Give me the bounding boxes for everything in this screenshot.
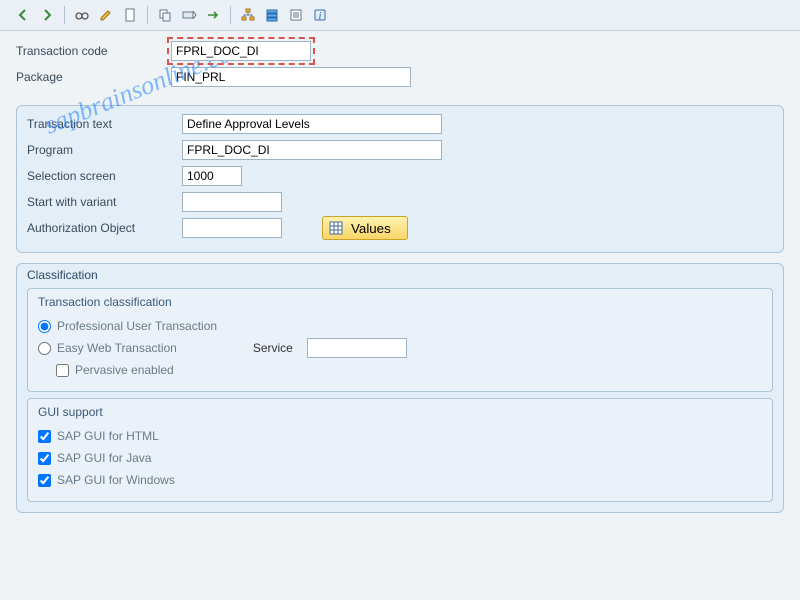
classification-title: Classification [27,268,773,282]
document-icon[interactable] [119,4,141,26]
selection-screen-field[interactable] [182,166,242,186]
back-icon[interactable] [12,4,34,26]
toolbar: i [0,0,800,31]
transaction-code-field[interactable] [171,41,311,61]
selection-screen-label: Selection screen [27,169,182,183]
checkbox-gui-java-label: SAP GUI for Java [57,451,151,465]
start-variant-label: Start with variant [27,195,182,209]
start-variant-field[interactable] [182,192,282,212]
transaction-code-highlight [171,41,311,61]
table-icon [329,221,343,235]
checkbox-pervasive[interactable] [56,364,69,377]
checkbox-gui-html-label: SAP GUI for HTML [57,429,159,443]
transaction-text-field[interactable] [182,114,442,134]
program-label: Program [27,143,182,157]
checkbox-pervasive-label: Pervasive enabled [75,363,174,377]
copy-icon[interactable] [154,4,176,26]
checkbox-gui-windows[interactable] [38,474,51,487]
checkbox-gui-html[interactable] [38,430,51,443]
stack-icon[interactable] [261,4,283,26]
auth-object-field[interactable] [182,218,282,238]
hierarchy-icon[interactable] [237,4,259,26]
rename-icon[interactable] [178,4,200,26]
package-label: Package [16,70,171,84]
info-icon[interactable]: i [309,4,331,26]
values-button-label: Values [351,221,391,236]
forward-arrow-icon[interactable] [202,4,224,26]
checkbox-gui-windows-label: SAP GUI for Windows [57,473,175,487]
transaction-code-label: Transaction code [16,44,171,58]
package-field[interactable] [171,67,411,87]
details-group: Transaction text Program Selection scree… [16,105,784,253]
transaction-classification-group: Transaction classification Professional … [27,288,773,392]
transaction-classification-title: Transaction classification [38,295,762,309]
gui-support-title: GUI support [38,405,762,419]
radio-professional[interactable] [38,320,51,333]
classification-group: Classification Transaction classificatio… [16,263,784,513]
glasses-icon[interactable] [71,4,93,26]
checkbox-gui-java[interactable] [38,452,51,465]
service-label: Service [253,341,293,355]
list-icon[interactable] [285,4,307,26]
svg-text:i: i [319,11,322,22]
radio-professional-label: Professional User Transaction [57,319,217,333]
forward-icon[interactable] [36,4,58,26]
gui-support-group: GUI support SAP GUI for HTML SAP GUI for… [27,398,773,502]
program-field[interactable] [182,140,442,160]
radio-easy-web[interactable] [38,342,51,355]
values-button[interactable]: Values [322,216,408,240]
radio-easy-web-label: Easy Web Transaction [57,341,177,355]
edit-icon[interactable] [95,4,117,26]
content-area: sapbrainsonline.com Transaction code Pac… [0,31,800,521]
service-field-input[interactable] [307,338,407,358]
auth-object-label: Authorization Object [27,221,182,235]
transaction-text-label: Transaction text [27,117,182,131]
